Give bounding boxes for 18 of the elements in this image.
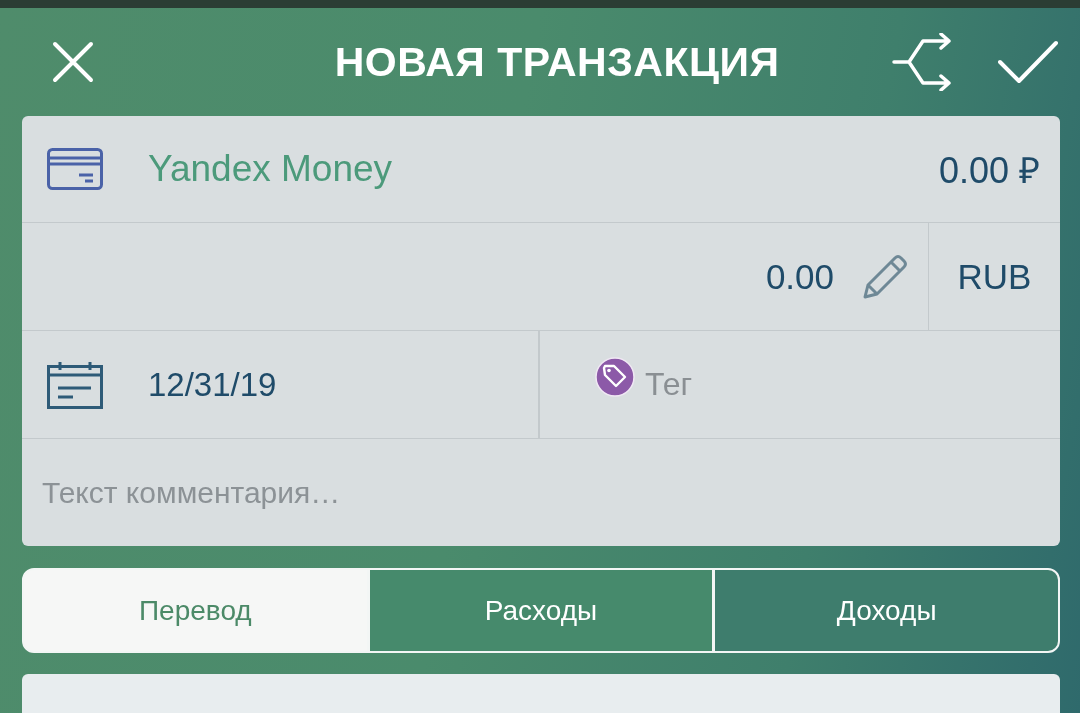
amount-field[interactable]: 0.00 xyxy=(22,223,928,330)
comment-field[interactable]: Текст комментария… xyxy=(22,439,1060,546)
type-tab[interactable]: Расходы xyxy=(369,570,713,651)
type-tab[interactable]: Доходы xyxy=(715,570,1058,651)
date-value: 12/31/19 xyxy=(148,365,277,404)
account-name[interactable]: Yandex Money xyxy=(148,148,939,190)
tag-icon xyxy=(595,356,635,397)
card-icon xyxy=(47,148,103,190)
date-field[interactable]: 12/31/19 xyxy=(22,331,540,438)
screen-title: НОВАЯ ТРАНЗАКЦИЯ xyxy=(333,38,780,86)
close-icon[interactable] xyxy=(52,41,94,83)
account-balance: 0.00 ₽ xyxy=(938,148,1040,193)
branch-arrows-icon[interactable] xyxy=(892,33,952,91)
calendar-icon xyxy=(47,360,103,409)
pencil-icon xyxy=(862,253,908,300)
check-icon[interactable] xyxy=(998,40,1058,84)
tag-label: Тег xyxy=(645,366,693,403)
currency-button[interactable]: RUB xyxy=(928,223,1060,330)
